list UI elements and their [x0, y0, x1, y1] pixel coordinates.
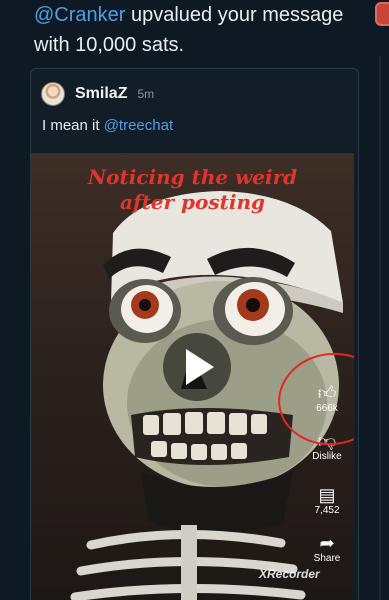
share-icon: ➦ [319, 533, 335, 553]
comment-button[interactable]: ▤ 7,452 [301, 485, 353, 516]
dislike-label: Dislike [312, 451, 342, 462]
screen: @Cranker upvalued your message with 10,0… [0, 0, 389, 600]
post-author[interactable]: SmilaZ [75, 85, 127, 103]
post-text: I mean it [42, 117, 104, 134]
comment-count: 7,452 [314, 505, 340, 516]
post-header: SmilaZ 5m [41, 79, 154, 109]
post-body: I mean it @treechat [42, 117, 173, 134]
notification-mention-link[interactable]: @Cranker [34, 4, 125, 26]
post-timestamp: 5m [137, 87, 155, 101]
avatar[interactable] [41, 82, 65, 106]
notification-text: @Cranker upvalued your message with 10,0… [34, 0, 364, 60]
quoted-post-card[interactable]: SmilaZ 5m I mean it @treechat Noticing t… [30, 68, 359, 600]
play-icon [186, 349, 214, 385]
video-player[interactable]: Noticing the weird after posting 👍︎ 666k… [31, 153, 354, 600]
comment-icon: ▤ [318, 485, 336, 505]
thread-divider [379, 56, 381, 600]
app-badge-icon[interactable] [375, 2, 389, 26]
play-button[interactable] [163, 333, 231, 401]
video-caption-line-1: Noticing the weird [87, 165, 298, 189]
recorder-watermark: XRecorder [259, 567, 320, 581]
video-caption-line-2: after posting [120, 190, 265, 214]
video-caption: Noticing the weird after posting [31, 165, 354, 215]
post-mention-link[interactable]: @treechat [104, 117, 173, 134]
share-button[interactable]: ➦ Share [301, 533, 353, 564]
share-label: Share [313, 553, 341, 564]
